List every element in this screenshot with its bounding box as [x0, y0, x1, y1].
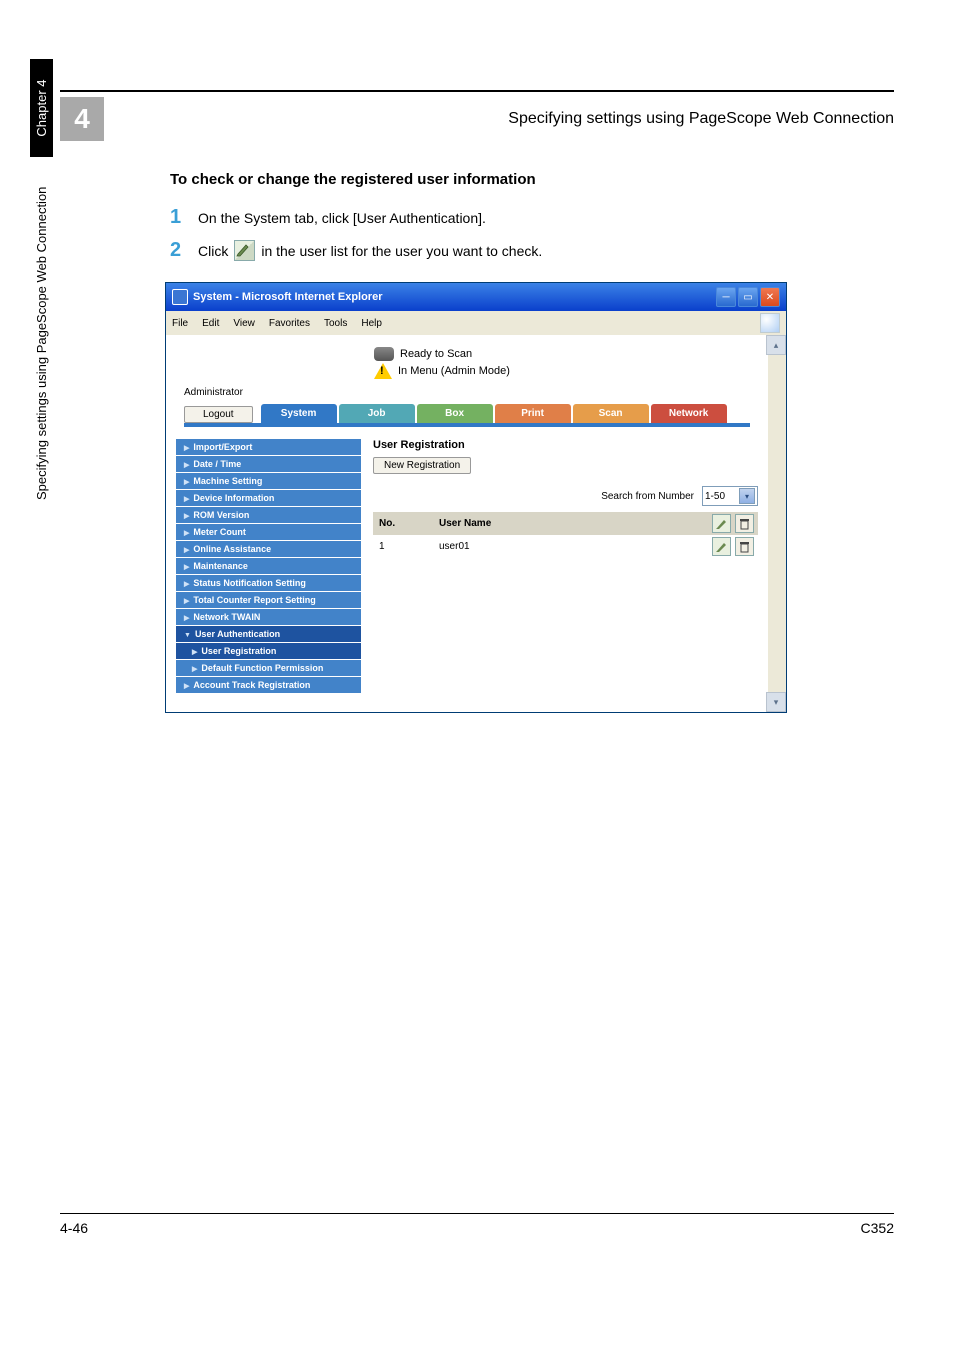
menu-help[interactable]: Help [361, 318, 382, 329]
edit-header-icon[interactable] [712, 514, 731, 533]
menu-view[interactable]: View [233, 318, 255, 329]
footer-model: C352 [861, 1220, 894, 1236]
menu-file[interactable]: File [172, 318, 188, 329]
step-1: 1 On the System tab, click [User Authent… [170, 206, 894, 229]
page-header-title: Specifying settings using PageScope Web … [124, 110, 894, 128]
col-user-name: User Name [439, 518, 712, 529]
chevron-down-icon: ▾ [739, 488, 755, 504]
search-from-number-select[interactable]: 1-50 ▾ [702, 486, 758, 506]
close-button[interactable]: ✕ [760, 287, 780, 307]
step-2-text-before: Click [198, 243, 228, 259]
edit-user-icon[interactable] [712, 537, 731, 556]
new-registration-button[interactable]: New Registration [373, 457, 471, 474]
maximize-button[interactable]: ▭ [738, 287, 758, 307]
menu-tools[interactable]: Tools [324, 318, 347, 329]
chapter-number-badge: 4 [60, 97, 104, 141]
window-titlebar: System - Microsoft Internet Explorer ─ ▭… [166, 283, 786, 311]
step-2: 2 Click in the user list for the user yo… [170, 239, 894, 262]
search-selected-value: 1-50 [705, 491, 725, 502]
sidebar-rom-version[interactable]: ROM Version [176, 507, 361, 524]
sidebar-maintenance[interactable]: Maintenance [176, 558, 361, 575]
logout-button[interactable]: Logout [184, 406, 253, 423]
table-row: 1 user01 [373, 535, 758, 558]
pencil-icon [234, 240, 255, 261]
side-vertical-label: Specifying settings using PageScope Web … [30, 60, 53, 501]
step-1-number: 1 [170, 206, 198, 229]
tab-job[interactable]: Job [339, 404, 415, 423]
warning-icon [374, 363, 392, 379]
main-heading: User Registration [373, 439, 758, 451]
menu-edit[interactable]: Edit [202, 318, 219, 329]
tab-network[interactable]: Network [651, 404, 727, 423]
footer-page: 4-46 [60, 1220, 88, 1236]
tab-box[interactable]: Box [417, 404, 493, 423]
tab-scan[interactable]: Scan [573, 404, 649, 423]
table-header-row: No. User Name [373, 512, 758, 535]
cell-no: 1 [373, 541, 439, 552]
ie-icon [172, 289, 188, 305]
tab-system[interactable]: System [261, 404, 337, 423]
side-long-text: Specifying settings using PageScope Web … [34, 187, 49, 500]
sidebar-meter-count[interactable]: Meter Count [176, 524, 361, 541]
browser-menubar: File Edit View Favorites Tools Help [166, 311, 786, 335]
sidebar-machine-setting[interactable]: Machine Setting [176, 473, 361, 490]
sidebar-online-assist[interactable]: Online Assistance [176, 541, 361, 558]
delete-user-icon[interactable] [735, 537, 754, 556]
sidebar-default-perm[interactable]: Default Function Permission [176, 660, 361, 677]
status-ready: Ready to Scan [400, 348, 472, 360]
menu-favorites[interactable]: Favorites [269, 318, 310, 329]
section-heading: To check or change the registered user i… [170, 171, 894, 188]
sidebar-user-auth[interactable]: User Authentication [176, 626, 361, 643]
col-no: No. [373, 518, 439, 529]
sidebar-account-track[interactable]: Account Track Registration [176, 677, 361, 694]
minimize-button[interactable]: ─ [716, 287, 736, 307]
step-1-text: On the System tab, click [User Authentic… [198, 210, 486, 226]
ie-throbber-icon [760, 313, 780, 333]
sidebar-device-info[interactable]: Device Information [176, 490, 361, 507]
search-label: Search from Number [601, 491, 694, 502]
window-title: System - Microsoft Internet Explorer [193, 291, 716, 303]
delete-header-icon[interactable] [735, 514, 754, 533]
scrollbar-down[interactable]: ▾ [766, 692, 786, 712]
sidebar-total-counter[interactable]: Total Counter Report Setting [176, 592, 361, 609]
step-2-number: 2 [170, 239, 198, 262]
cell-user-name: user01 [439, 541, 712, 552]
printer-status-icon [374, 347, 394, 361]
sidebar-date-time[interactable]: Date / Time [176, 456, 361, 473]
step-2-text-after: in the user list for the user you want t… [261, 243, 542, 259]
status-mode: In Menu (Admin Mode) [398, 365, 510, 377]
step-2-text: Click in the user list for the user you … [198, 240, 542, 261]
side-chapter-label: Chapter 4 [30, 60, 53, 157]
user-list-table: No. User Name [373, 512, 758, 558]
sidebar-import-export[interactable]: Import/Export [176, 439, 361, 456]
sidebar-network-twain[interactable]: Network TWAIN [176, 609, 361, 626]
sidebar-status-notif[interactable]: Status Notification Setting [176, 575, 361, 592]
admin-label: Administrator [184, 387, 750, 398]
browser-window: System - Microsoft Internet Explorer ─ ▭… [165, 282, 787, 713]
scrollbar-up[interactable]: ▴ [766, 335, 786, 355]
system-sidebar: Import/Export Date / Time Machine Settin… [176, 439, 361, 694]
sidebar-user-reg[interactable]: User Registration [176, 643, 361, 660]
page-footer: 4-46 C352 [60, 1213, 894, 1236]
tab-print[interactable]: Print [495, 404, 571, 423]
